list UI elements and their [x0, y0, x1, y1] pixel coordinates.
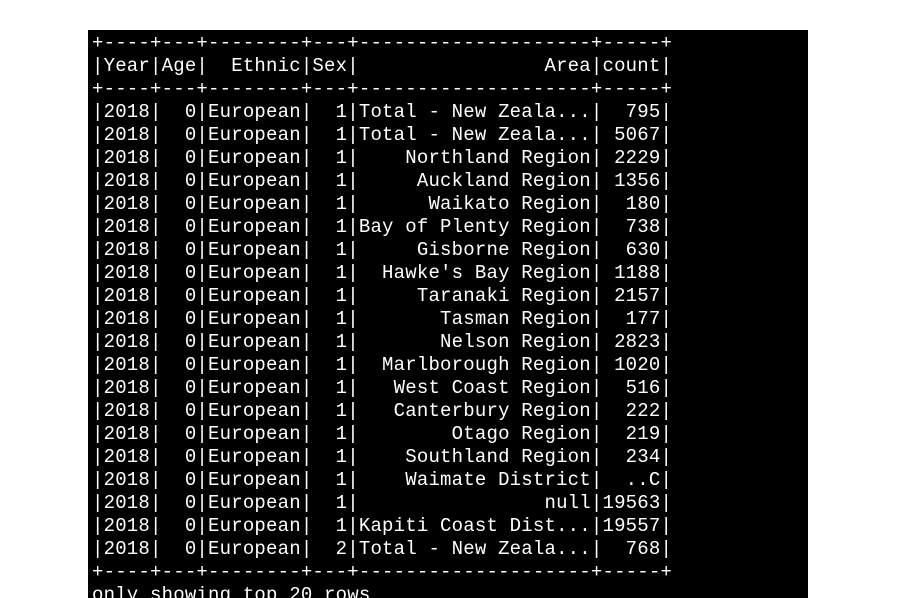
terminal-output: +----+---+--------+---+-----------------… [88, 30, 808, 598]
footer-text: only showing top 20 rows [92, 584, 370, 598]
ascii-table: +----+---+--------+---+-----------------… [92, 32, 672, 583]
